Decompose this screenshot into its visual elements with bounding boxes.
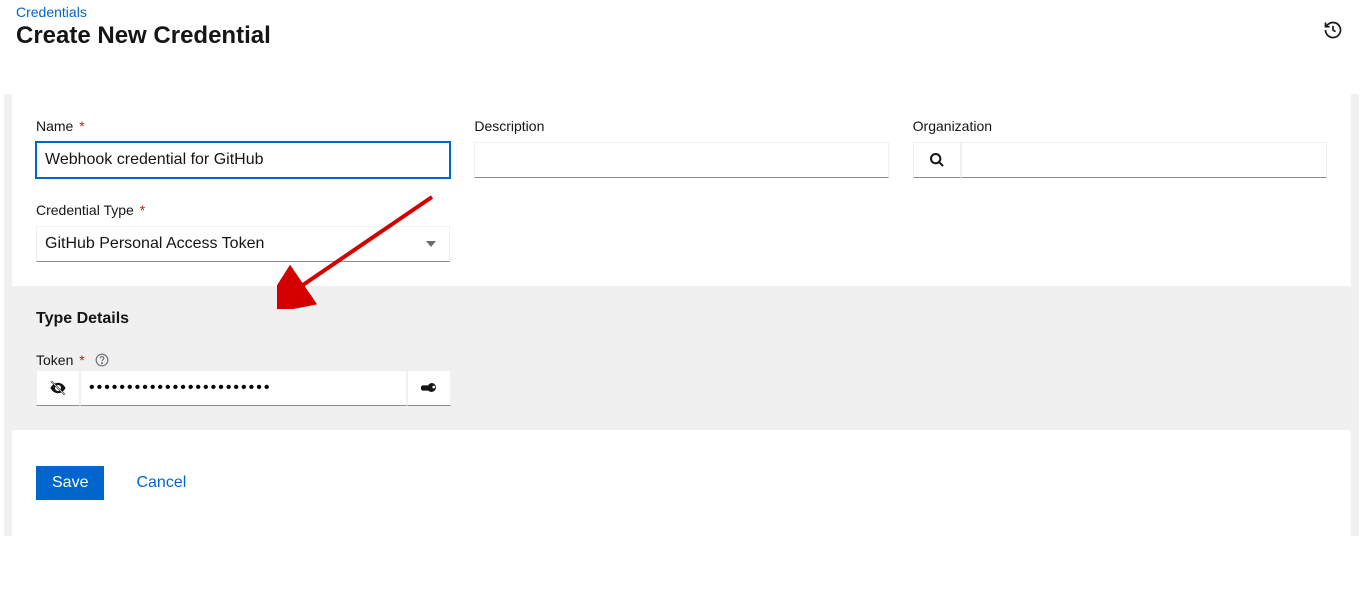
organization-group: Organization — [913, 118, 1327, 178]
token-label: Token * — [36, 352, 109, 368]
token-group: Token * — [36, 352, 451, 406]
description-group: Description — [474, 118, 888, 178]
credential-type-label: Credential Type * — [36, 202, 450, 218]
toggle-visibility-button[interactable] — [36, 370, 80, 406]
token-input-row — [36, 370, 451, 406]
spacer — [474, 202, 888, 262]
search-icon — [929, 152, 945, 168]
credential-type-group: Credential Type * GitHub Personal Access… — [36, 202, 450, 262]
token-label-text: Token — [36, 352, 73, 368]
help-icon[interactable] — [95, 354, 109, 370]
form-panel: Name * Description Organization — [12, 94, 1351, 286]
organization-input[interactable] — [961, 142, 1327, 178]
type-details-heading: Type Details — [12, 286, 1351, 328]
page-title: Create New Credential — [16, 22, 1347, 50]
save-button[interactable]: Save — [36, 466, 104, 500]
eye-slash-icon — [49, 379, 67, 397]
caret-down-icon — [413, 226, 449, 262]
required-marker: * — [140, 202, 145, 218]
breadcrumb-credentials[interactable]: Credentials — [16, 4, 1347, 20]
form-body: Name * Description Organization — [4, 94, 1359, 536]
form-row-1: Name * Description Organization — [36, 118, 1327, 178]
key-icon — [421, 380, 437, 396]
form-row-2: Credential Type * GitHub Personal Access… — [36, 202, 1327, 262]
spacer — [913, 202, 1327, 262]
description-label: Description — [474, 118, 888, 134]
token-input[interactable] — [80, 370, 407, 406]
credential-type-label-text: Credential Type — [36, 202, 134, 218]
required-marker: * — [79, 352, 84, 368]
name-label-text: Name — [36, 118, 73, 134]
form-footer: Save Cancel — [12, 430, 1351, 536]
organization-input-row — [913, 142, 1327, 178]
create-credential-page: Credentials Create New Credential Name * — [0, 0, 1363, 601]
name-label: Name * — [36, 118, 450, 134]
credential-type-select[interactable]: GitHub Personal Access Token — [36, 226, 450, 262]
page-header: Credentials Create New Credential — [0, 0, 1363, 70]
history-button[interactable] — [1321, 18, 1345, 42]
name-input[interactable] — [36, 142, 450, 178]
type-details-panel: Token * — [12, 328, 1351, 430]
description-label-text: Description — [474, 118, 544, 134]
history-icon — [1323, 20, 1343, 40]
cancel-button[interactable]: Cancel — [136, 474, 186, 492]
name-group: Name * — [36, 118, 450, 178]
description-input[interactable] — [474, 142, 888, 178]
organization-search-button[interactable] — [913, 142, 961, 178]
token-key-button[interactable] — [407, 370, 451, 406]
organization-label: Organization — [913, 118, 1327, 134]
required-marker: * — [79, 118, 84, 134]
credential-type-value: GitHub Personal Access Token — [37, 229, 413, 259]
organization-label-text: Organization — [913, 118, 992, 134]
